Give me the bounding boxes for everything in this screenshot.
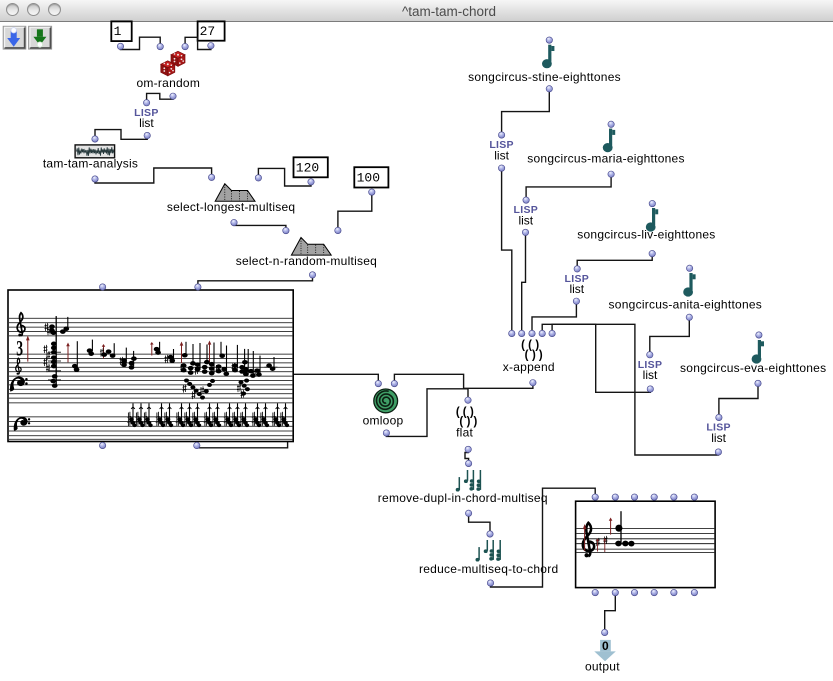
svg-text:reduce-multiseq-to-chord: reduce-multiseq-to-chord xyxy=(419,562,558,576)
svg-text:3: 3 xyxy=(16,336,23,360)
svg-text:output: output xyxy=(585,659,620,673)
svg-text:songcircus-liv-eighttones: songcircus-liv-eighttones xyxy=(577,228,715,242)
svg-text:songcircus-anita-eighttones: songcircus-anita-eighttones xyxy=(609,297,763,311)
svg-text:1: 1 xyxy=(114,24,122,39)
svg-text:list: list xyxy=(711,431,726,445)
svg-text:flat: flat xyxy=(456,425,473,439)
svg-text:list: list xyxy=(643,368,658,382)
svg-text:songcircus-maria-eighttones: songcircus-maria-eighttones xyxy=(527,152,684,166)
svg-text:list: list xyxy=(518,213,533,227)
svg-text:songcircus-eva-eighttones: songcircus-eva-eighttones xyxy=(680,361,826,375)
svg-text:x-append: x-append xyxy=(503,360,555,374)
svg-text:remove-dupl-in-chord-multiseq: remove-dupl-in-chord-multiseq xyxy=(378,491,548,505)
svg-text:list: list xyxy=(569,282,584,296)
svg-text:om-random: om-random xyxy=(136,76,200,90)
svg-text:omloop: omloop xyxy=(363,414,404,428)
svg-text:select-n-random-multiseq: select-n-random-multiseq xyxy=(236,254,377,268)
svg-text:0: 0 xyxy=(602,639,609,653)
svg-text:select-longest-multiseq: select-longest-multiseq xyxy=(167,200,295,214)
svg-text:27: 27 xyxy=(200,24,216,39)
svg-text:list: list xyxy=(139,116,154,130)
svg-text:list: list xyxy=(494,148,509,162)
svg-text:120: 120 xyxy=(296,160,319,175)
svg-text:songcircus-stine-eighttones: songcircus-stine-eighttones xyxy=(468,70,621,84)
svg-text:100: 100 xyxy=(357,170,380,185)
svg-text:tam-tam-analysis: tam-tam-analysis xyxy=(43,156,138,170)
